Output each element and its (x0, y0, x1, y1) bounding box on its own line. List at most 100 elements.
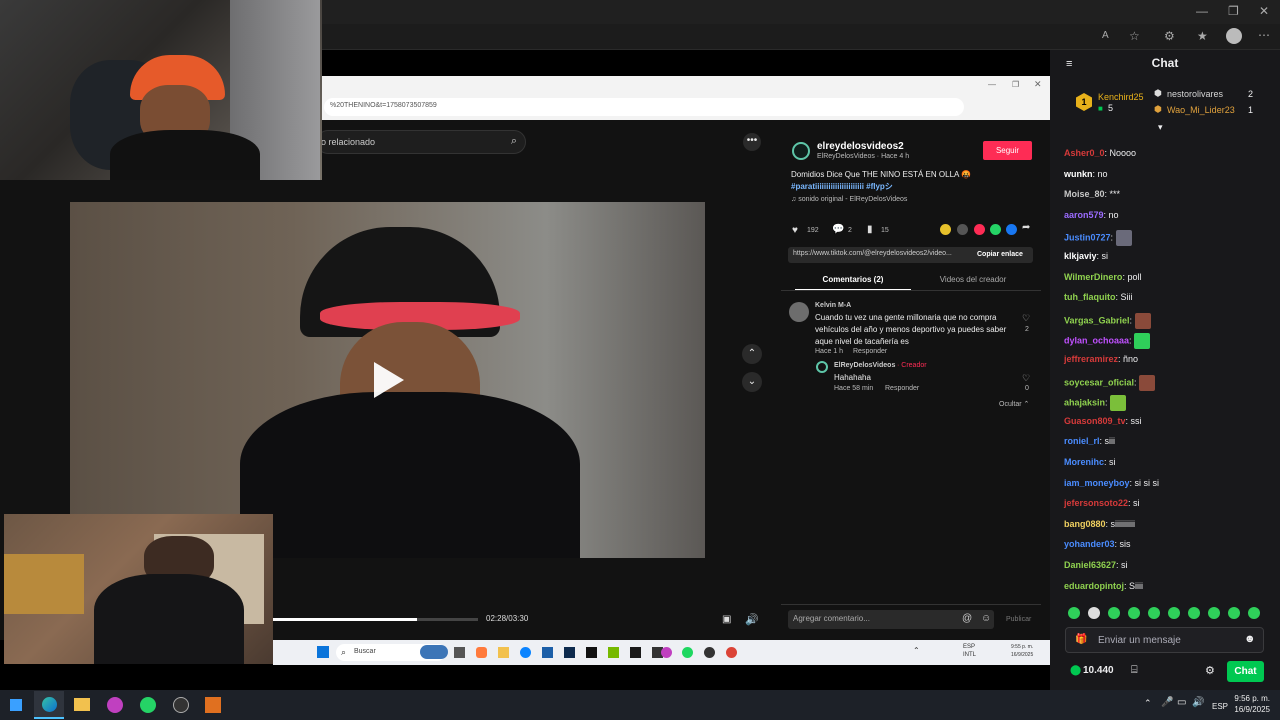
chat-username[interactable]: soycesar_oficial (1064, 377, 1134, 387)
chat-message-input[interactable]: 🎁 Enviar un mensaje ☻ (1065, 627, 1264, 653)
tray-up-icon[interactable]: ⌃ (1144, 698, 1152, 709)
expand-leaderboard-icon[interactable]: ▾ (1158, 122, 1163, 133)
capcut-icon[interactable] (586, 647, 597, 658)
chrome-taskbar-icon[interactable] (107, 697, 123, 713)
video-player[interactable] (70, 202, 705, 558)
mention-icon[interactable]: @ (962, 613, 972, 624)
emote-icon[interactable] (1228, 607, 1240, 619)
author-username[interactable]: elreydelosvideos2 (817, 141, 904, 152)
emote-icon[interactable] (1188, 607, 1200, 619)
leaderboard-third-name[interactable]: Wao_Mi_Lider23 (1167, 105, 1235, 115)
add-comment-input[interactable]: Agregar comentario... @ ☺ (788, 610, 994, 629)
chat-username[interactable]: klkjaviy (1064, 251, 1097, 261)
app-taskbar-icon[interactable] (205, 697, 221, 713)
gift-box-icon[interactable]: ⌸ (1131, 664, 1138, 677)
chat-username[interactable]: dylan_ochoaaa (1064, 336, 1129, 346)
settings-gear-icon[interactable]: ⚙ (1205, 664, 1215, 677)
chat-username[interactable]: tuh_flaquito (1064, 292, 1116, 302)
chat-username[interactable]: eduardopintoj (1064, 581, 1124, 591)
chrome-icon[interactable] (726, 647, 737, 658)
bookmark-icon[interactable]: ▮ (867, 224, 873, 235)
discord-icon[interactable] (661, 647, 672, 658)
volume-tray-icon[interactable]: 🔊 (1192, 697, 1204, 708)
emote-icon[interactable] (1108, 607, 1120, 619)
send-chat-button[interactable]: Chat (1227, 661, 1264, 682)
commenter-name[interactable]: Kelvin M-A (815, 302, 851, 309)
task-view-icon[interactable] (454, 647, 465, 658)
emote-picker-icon[interactable]: ☻ (1244, 633, 1256, 645)
nvidia-icon[interactable] (608, 647, 619, 658)
chat-username[interactable]: aaron579 (1064, 210, 1104, 220)
leaderboard-second-name[interactable]: nestorolivares (1167, 89, 1223, 99)
emoji-icon[interactable]: ☺ (981, 613, 991, 624)
store-icon[interactable] (542, 647, 553, 658)
keyboard-language[interactable]: ESP (1212, 702, 1228, 711)
inner-start-icon[interactable] (317, 646, 329, 658)
comment-icon[interactable]: 💬 (832, 224, 844, 235)
pip-icon[interactable]: ▣ (722, 614, 731, 625)
favorites-icon[interactable]: ★ (1197, 29, 1208, 43)
edge-taskbar-icon[interactable] (42, 697, 57, 712)
more-options-icon[interactable]: ••• (743, 133, 761, 151)
leaderboard-first-name[interactable]: Kenchird25 (1098, 92, 1144, 102)
reply-like-icon[interactable]: ♡ (1022, 373, 1030, 384)
obs-taskbar-icon[interactable] (173, 697, 189, 713)
whatsapp-taskbar-icon[interactable] (140, 697, 156, 713)
video-hashtags[interactable]: #paratiiiiiiiiiiiiiiiiiiiiii #flypシ (791, 181, 893, 192)
inner-url-bar[interactable]: %20THENINO&t=1758073507859 (324, 98, 964, 116)
gift-icon[interactable]: 🎁 (1075, 634, 1087, 645)
reply-avatar[interactable] (816, 361, 828, 373)
publish-button[interactable]: Publicar (1006, 616, 1031, 623)
hide-replies-button[interactable]: Ocultar ⌃ (999, 400, 1029, 408)
emote-icon[interactable] (1248, 607, 1260, 619)
tab-creator-videos[interactable]: Videos del creador (925, 275, 1021, 284)
whatsapp-share-icon[interactable] (990, 224, 1001, 235)
sound-label[interactable]: ♫ sonido original - ElReyDelosVideos (791, 196, 907, 203)
author-avatar[interactable] (792, 142, 810, 160)
chat-username[interactable]: iam_moneyboy (1064, 478, 1130, 488)
read-aloud-icon[interactable]: A (1102, 30, 1109, 41)
chat-username[interactable]: yohander03 (1064, 539, 1115, 549)
emote-icon[interactable] (1088, 607, 1100, 619)
close-icon[interactable]: ✕ (1259, 4, 1269, 18)
x-app-icon[interactable] (630, 647, 641, 658)
copilot-icon[interactable] (476, 647, 487, 658)
commenter-avatar[interactable] (789, 302, 809, 322)
emoji-share-icon[interactable] (940, 224, 951, 235)
chat-username[interactable]: Vargas_Gabriel (1064, 315, 1130, 325)
minimize-icon[interactable]: — (1196, 4, 1208, 18)
maximize-icon[interactable]: ❐ (1228, 4, 1239, 18)
inner-tray-up-icon[interactable]: ⌃ (913, 646, 920, 655)
emote-icon[interactable] (1068, 607, 1080, 619)
microphone-icon[interactable]: 🎤 (1161, 697, 1173, 708)
chat-username[interactable]: WilmerDinero (1064, 272, 1122, 282)
facebook-share-icon[interactable] (1006, 224, 1017, 235)
terminal-icon[interactable] (564, 647, 575, 658)
channel-points-icon[interactable]: ⬤ (1070, 665, 1081, 676)
chat-username[interactable]: roniel_rl (1064, 436, 1100, 446)
extensions-icon[interactable]: ⚙ (1164, 29, 1175, 43)
favorite-star-icon[interactable]: ☆ (1129, 29, 1140, 43)
emote-icon[interactable] (1168, 607, 1180, 619)
share-arrow-icon[interactable]: ➦ (1022, 222, 1030, 233)
follow-button[interactable]: Seguir (983, 141, 1032, 160)
reply-reply-button[interactable]: Responder (885, 385, 919, 392)
chat-username[interactable]: jefersonsoto22 (1064, 498, 1128, 508)
chat-username[interactable]: Moise_80 (1064, 189, 1105, 199)
next-video-button[interactable]: ⌄ (742, 372, 762, 392)
network-icon[interactable]: ▭ (1177, 697, 1186, 708)
explorer-taskbar-icon[interactable] (74, 698, 90, 711)
play-icon[interactable] (374, 362, 404, 398)
tab-comments[interactable]: Comentarios (2) (795, 275, 911, 291)
inner-maximize-icon[interactable]: ❐ (1012, 80, 1019, 89)
embed-icon[interactable] (957, 224, 968, 235)
comment-reply-button[interactable]: Responder (853, 348, 887, 355)
file-explorer-icon[interactable] (498, 647, 509, 658)
chat-username[interactable]: bang0880 (1064, 519, 1106, 529)
spotify-icon[interactable] (682, 647, 693, 658)
chat-username[interactable]: Justin0727 (1064, 233, 1111, 243)
more-menu-icon[interactable]: ⋯ (1258, 28, 1270, 42)
like-icon[interactable]: ♥ (792, 225, 798, 236)
inner-minimize-icon[interactable]: — (988, 80, 996, 89)
emote-icon[interactable] (1128, 607, 1140, 619)
